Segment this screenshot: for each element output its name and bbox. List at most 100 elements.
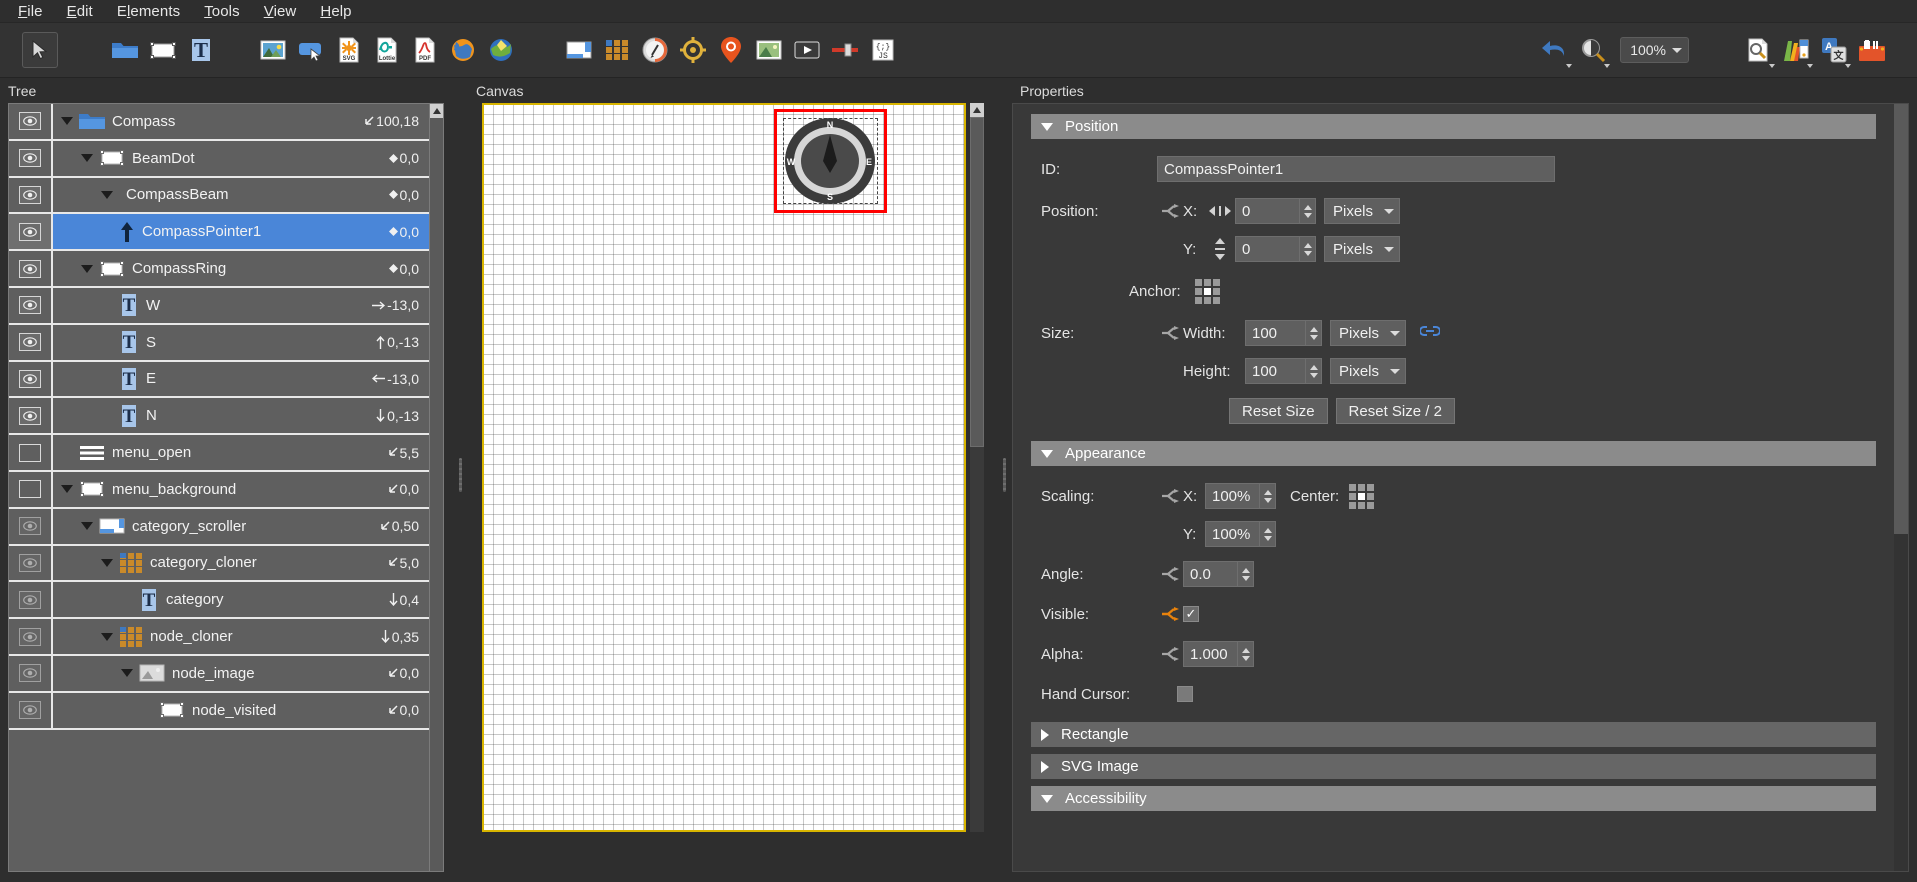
animate-position-icon[interactable] — [1157, 204, 1183, 218]
tree-row[interactable]: node_cloner 0,35 — [9, 619, 429, 656]
select-tool-button[interactable] — [22, 32, 58, 68]
visibility-toggle-cell[interactable] — [9, 251, 53, 286]
expand-collapse-caret[interactable] — [61, 485, 73, 494]
scale-y-value[interactable]: 100% — [1205, 521, 1259, 547]
visibility-toggle-cell[interactable] — [9, 655, 53, 691]
menu-view[interactable]: View — [252, 1, 309, 22]
menu-elements[interactable]: Elements — [105, 1, 192, 22]
width-arrows[interactable] — [1305, 320, 1322, 346]
expand-collapse-caret[interactable] — [81, 522, 93, 531]
tree-row[interactable]: T E -13,0 — [9, 361, 429, 399]
tree-view[interactable]: Compass 100,18 BeamDot 0,0 CompassBeam 0,0 Com… — [8, 103, 444, 872]
visibility-checkbox[interactable] — [19, 480, 41, 499]
section-header-accessibility[interactable]: Accessibility — [1031, 786, 1876, 811]
web-tool-button[interactable] — [444, 31, 482, 69]
undo-button[interactable] — [1536, 31, 1574, 69]
position-x-value[interactable]: 0 — [1235, 198, 1299, 224]
expand-collapse-caret[interactable] — [61, 117, 73, 126]
tree-row[interactable]: CompassRing 0,0 — [9, 251, 429, 288]
tree-row[interactable]: menu_background 0,0 — [9, 471, 429, 509]
visibility-toggle-cell[interactable] — [9, 104, 53, 139]
visible-checkbox[interactable]: ✓ — [1183, 606, 1199, 622]
expand-collapse-caret[interactable] — [101, 190, 113, 199]
target-tool-button[interactable] — [674, 31, 712, 69]
center-grid[interactable] — [1349, 483, 1375, 509]
position-x-arrows[interactable] — [1299, 198, 1316, 224]
expand-collapse-caret[interactable] — [81, 154, 93, 163]
expand-collapse-caret[interactable] — [101, 558, 113, 567]
hand-cursor-checkbox[interactable] — [1177, 686, 1193, 702]
scale-y-stepper[interactable]: 100% — [1205, 521, 1276, 547]
visibility-toggle-cell[interactable] — [9, 545, 53, 581]
properties-scroll-thumb[interactable] — [1894, 104, 1908, 534]
anchor-grid[interactable] — [1194, 278, 1220, 304]
link-size-ratio-button[interactable] — [1419, 323, 1441, 343]
undo-dropdown-caret[interactable] — [1566, 64, 1573, 68]
palette-dropdown-caret[interactable] — [1807, 64, 1813, 68]
angle-arrows[interactable] — [1237, 561, 1254, 587]
tree-row[interactable]: category_cloner 5,0 — [9, 545, 429, 583]
visibility-toggle-cell[interactable] — [9, 361, 53, 397]
visibility-toggle-cell[interactable] — [9, 140, 53, 176]
tree-row[interactable]: BeamDot 0,0 — [9, 140, 429, 178]
section-header-svg-image[interactable]: SVG Image — [1031, 754, 1876, 779]
scale-x-arrows[interactable] — [1259, 483, 1276, 509]
animate-alpha-icon[interactable] — [1157, 647, 1183, 661]
scale-x-stepper[interactable]: 100% — [1205, 483, 1276, 509]
canvas-scroll-up-button[interactable] — [970, 103, 984, 117]
menu-help[interactable]: Help — [308, 1, 363, 22]
height-unit-select[interactable]: Pixels — [1330, 358, 1406, 384]
tree-row[interactable]: menu_open 5,5 — [9, 435, 429, 472]
reset-size-half-button[interactable]: Reset Size / 2 — [1335, 398, 1455, 424]
tree-row[interactable]: CompassPointer1 0,0 — [9, 214, 429, 252]
width-stepper[interactable]: 100 — [1245, 320, 1322, 346]
folder-tool-button[interactable] — [106, 31, 144, 69]
animate-visible-icon[interactable] — [1157, 607, 1183, 621]
translate-button[interactable]: A 文 — [1815, 31, 1853, 69]
alpha-arrows[interactable] — [1237, 641, 1254, 667]
inspect-dropdown-caret[interactable] — [1769, 64, 1775, 68]
visibility-toggle-cell[interactable] — [9, 435, 53, 470]
visibility-toggle-cell[interactable] — [9, 177, 53, 213]
eye-icon[interactable] — [19, 259, 41, 278]
scale-x-value[interactable]: 100% — [1205, 483, 1259, 509]
menu-edit[interactable]: Edit — [55, 1, 105, 22]
visibility-toggle-cell[interactable] — [9, 619, 53, 654]
marker-tool-button[interactable] — [712, 31, 750, 69]
eye-icon[interactable] — [19, 333, 41, 352]
translate-dropdown-caret[interactable] — [1845, 64, 1851, 68]
tree-scrollbar[interactable] — [429, 104, 443, 871]
visibility-toggle-cell[interactable] — [9, 471, 53, 507]
tree-row[interactable]: CompassBeam 0,0 — [9, 177, 429, 215]
position-y-stepper[interactable]: 0 — [1235, 236, 1316, 262]
section-header-rectangle[interactable]: Rectangle — [1031, 722, 1876, 747]
visibility-toggle-cell[interactable] — [9, 214, 53, 250]
selected-element-bounds[interactable]: N E S W — [774, 109, 887, 213]
position-x-unit-select[interactable]: Pixels — [1324, 198, 1400, 224]
eye-icon[interactable] — [19, 627, 41, 646]
height-arrows[interactable] — [1305, 358, 1322, 384]
alpha-value[interactable]: 1.000 — [1183, 641, 1237, 667]
canvas-surface[interactable]: N E S W — [482, 103, 966, 832]
properties-scrollbar[interactable] — [1894, 104, 1908, 871]
visibility-toggle-cell[interactable] — [9, 324, 53, 360]
toolbox-button[interactable] — [1853, 31, 1891, 69]
script-tool-button[interactable]: {;} JS — [864, 31, 902, 69]
eye-icon[interactable] — [19, 664, 41, 683]
visibility-toggle-cell[interactable] — [9, 287, 53, 323]
rectangle-tool-button[interactable] — [144, 31, 182, 69]
eye-icon[interactable] — [19, 112, 41, 131]
screen-tool-button[interactable] — [560, 31, 598, 69]
position-x-stepper[interactable]: 0 — [1235, 198, 1316, 224]
position-y-arrows[interactable] — [1299, 236, 1316, 262]
zoom-level-select[interactable]: 100% — [1620, 37, 1689, 63]
canvas-scroll-thumb[interactable] — [970, 117, 984, 447]
tree-row[interactable]: T N 0,-13 — [9, 398, 429, 436]
palette-button[interactable] — [1777, 31, 1815, 69]
anchor-selector[interactable] — [1194, 278, 1220, 304]
visibility-toggle-cell[interactable] — [9, 692, 53, 728]
lottie-tool-button[interactable]: Lottie — [368, 31, 406, 69]
video-tool-button[interactable] — [788, 31, 826, 69]
eye-icon[interactable] — [19, 590, 41, 609]
eye-icon[interactable] — [19, 701, 41, 720]
